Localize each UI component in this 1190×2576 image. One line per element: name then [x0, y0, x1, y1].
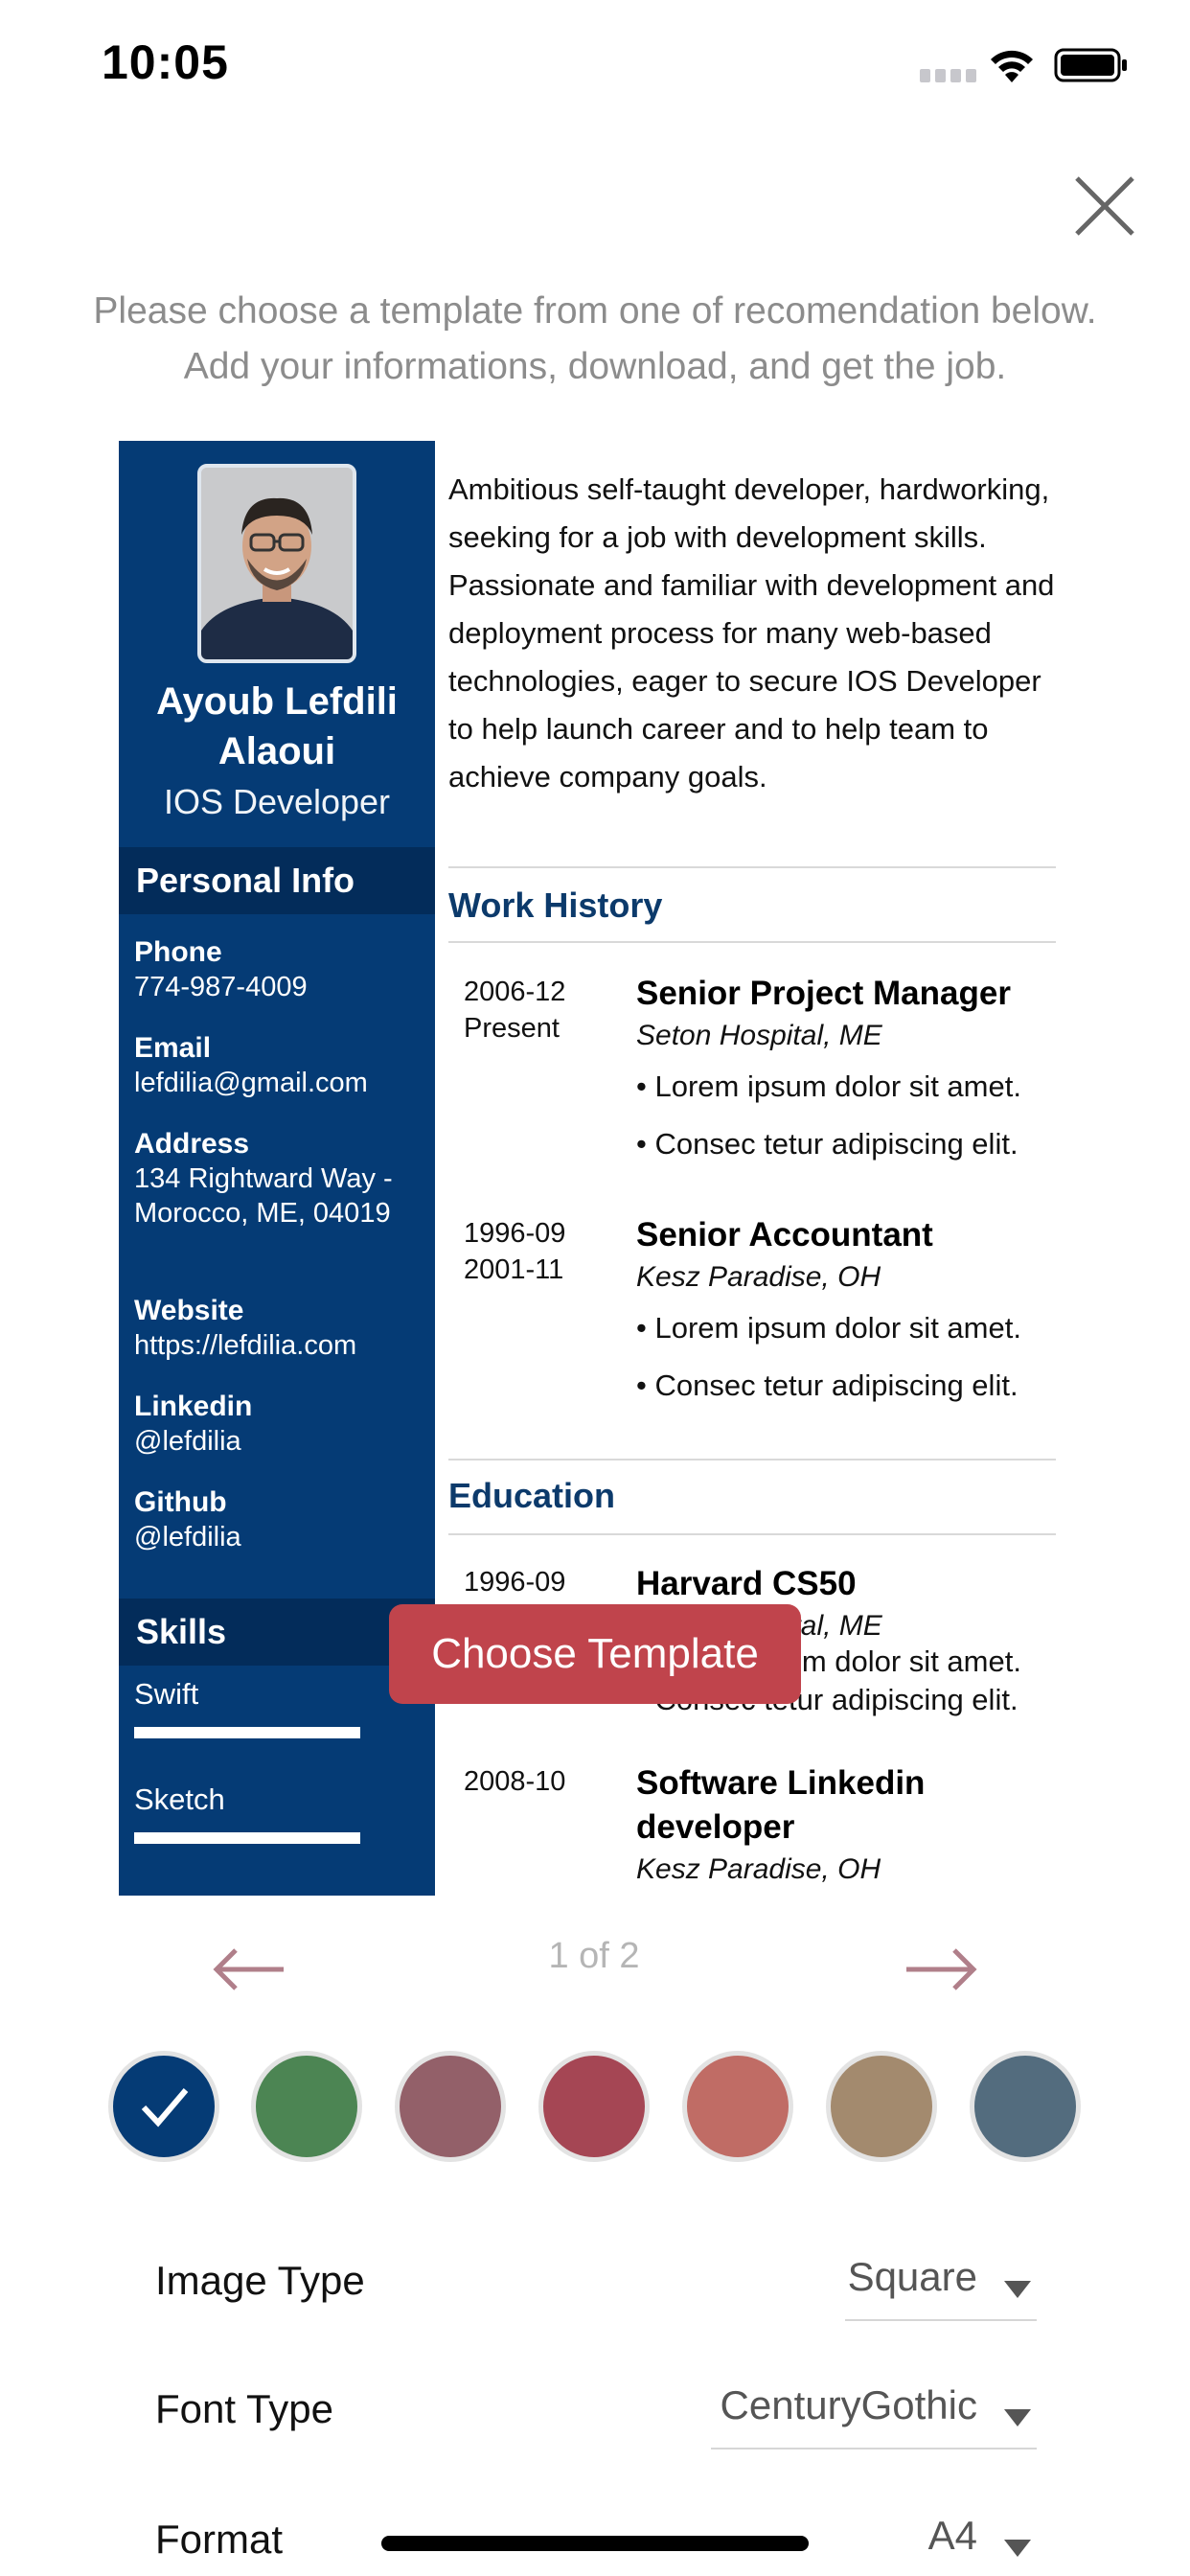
job-bullet: • Lorem ipsum dolor sit amet. [636, 1311, 1021, 1345]
job-date-start: 1996-09 [464, 1218, 566, 1249]
image-type-label: Image Type [155, 2258, 365, 2303]
info-label: Website [134, 1295, 244, 1326]
battery-icon [1054, 48, 1127, 82]
info-github: Github @lefdilia [134, 1485, 431, 1554]
divider [448, 1533, 1056, 1535]
color-swatch-mauve[interactable] [395, 2051, 506, 2162]
info-label: Github [134, 1486, 227, 1518]
job-date: 2006-12 Present [464, 974, 565, 1046]
skill-name: Swift [134, 1677, 199, 1711]
format-label: Format [155, 2517, 284, 2562]
info-value: lefdilia@gmail.com [134, 1068, 368, 1098]
font-type-value[interactable]: CenturyGothic [671, 2382, 977, 2428]
triangle-down-icon[interactable] [1004, 2409, 1031, 2426]
intro-text: Please choose a template from one of rec… [29, 284, 1161, 395]
resume-sidebar: Ayoub Lefdili Alaoui IOS Developer Perso… [119, 441, 435, 1896]
cellular-signal-icon [920, 69, 977, 82]
format-value[interactable]: A4 [862, 2513, 977, 2559]
color-swatch-tan[interactable] [826, 2051, 937, 2162]
job-title: Senior Accountant [636, 1216, 933, 1254]
skill-bar [134, 1727, 360, 1738]
choose-template-button[interactable]: Choose Template [389, 1604, 801, 1704]
info-website: Website https://lefdilia.com [134, 1294, 431, 1363]
home-indicator [381, 2536, 809, 2551]
color-swatch-green[interactable] [251, 2051, 362, 2162]
divider [448, 941, 1056, 943]
skills-heading: Skills [119, 1598, 435, 1666]
job-company: Kesz Paradise, OH [636, 1261, 881, 1293]
info-label: Email [134, 1032, 212, 1064]
info-value: @lefdilia [134, 1426, 241, 1457]
arrow-right-icon[interactable] [903, 1945, 979, 1993]
close-icon[interactable] [1071, 172, 1138, 240]
job-date-start: 2006-12 [464, 977, 566, 1007]
info-label: Linkedin [134, 1391, 253, 1422]
personal-info-heading: Personal Info [119, 847, 435, 914]
skill-name: Sketch [134, 1782, 225, 1816]
info-phone: Phone 774-987-4009 [134, 935, 431, 1004]
edu-company: Kesz Paradise, OH [636, 1853, 881, 1885]
page-indicator: 1 of 2 [548, 1936, 640, 1976]
skill-bar [134, 1832, 360, 1844]
info-value: @lefdilia [134, 1522, 241, 1552]
job-bullet: • Consec tetur adipiscing elit. [636, 1368, 1018, 1402]
job-bullet: • Lorem ipsum dolor sit amet. [636, 1070, 1021, 1103]
info-value: 134 Rightward Way - Morocco, ME, 04019 [134, 1163, 393, 1229]
job-bullet: • Consec tetur adipiscing elit. [636, 1127, 1018, 1161]
resume-name-line2: Alaoui [217, 730, 336, 772]
triangle-down-icon[interactable] [1004, 2540, 1031, 2557]
edu-title: Software Linkedin developer [636, 1761, 925, 1850]
info-label: Address [134, 1128, 250, 1160]
info-value: https://lefdilia.com [134, 1330, 357, 1361]
info-label: Phone [134, 936, 222, 968]
edu-date: 2008-10 [464, 1766, 566, 1797]
edu-date: 1996-09 [464, 1567, 566, 1598]
edu-title-line2: developer [636, 1808, 795, 1846]
job-bullet-text: Consec tetur adipiscing elit. [654, 1127, 1018, 1161]
divider [448, 866, 1056, 868]
resume-summary: Ambitious self-taught developer, hardwor… [448, 472, 1055, 794]
status-time: 10:05 [102, 35, 229, 89]
arrow-left-icon[interactable] [211, 1945, 287, 1993]
job-bullet-text: Consec tetur adipiscing elit. [654, 1368, 1018, 1402]
image-type-value[interactable]: Square [747, 2254, 977, 2300]
info-value: 774-987-4009 [134, 972, 308, 1002]
job-bullet-text: Lorem ipsum dolor sit amet. [654, 1311, 1021, 1345]
checkmark-icon [141, 2088, 189, 2128]
resume-name-line1: Ayoub Lefdili [156, 680, 398, 723]
color-swatch-crimson[interactable] [538, 2051, 650, 2162]
resume-name: Ayoub Lefdili Alaoui [119, 677, 435, 776]
job-date-end: Present [464, 1013, 560, 1044]
color-swatch-navy[interactable] [108, 2051, 219, 2162]
education-heading: Education [448, 1476, 616, 1515]
color-swatch-salmon[interactable] [682, 2051, 793, 2162]
job-title: Senior Project Manager [636, 975, 1011, 1012]
divider [448, 1459, 1056, 1460]
image-type-underline [845, 2319, 1037, 2321]
info-linkedin: Linkedin @lefdilia [134, 1390, 431, 1459]
job-date: 1996-09 2001-11 [464, 1215, 565, 1288]
intro-line-1: Please choose a template from one of rec… [93, 290, 1097, 332]
job-bullet-text: Lorem ipsum dolor sit amet. [654, 1070, 1021, 1103]
triangle-down-icon[interactable] [1004, 2281, 1031, 2298]
wifi-icon [991, 50, 1033, 82]
font-type-label: Font Type [155, 2386, 334, 2431]
resume-role: IOS Developer [163, 782, 391, 821]
edu-title: Harvard CS50 [636, 1565, 857, 1602]
info-email: Email lefdilia@gmail.com [134, 1031, 431, 1100]
color-swatch-slate[interactable] [970, 2051, 1081, 2162]
font-type-underline [711, 2448, 1037, 2450]
edu-title-line1: Software Linkedin [636, 1764, 926, 1802]
info-address: Address 134 Rightward Way - Morocco, ME,… [134, 1127, 422, 1230]
work-history-heading: Work History [448, 886, 663, 925]
profile-photo [197, 464, 356, 663]
job-company: Seton Hospital, ME [636, 1020, 882, 1051]
job-date-end: 2001-11 [464, 1254, 564, 1285]
intro-line-2: Add your informations, download, and get… [183, 346, 1007, 387]
